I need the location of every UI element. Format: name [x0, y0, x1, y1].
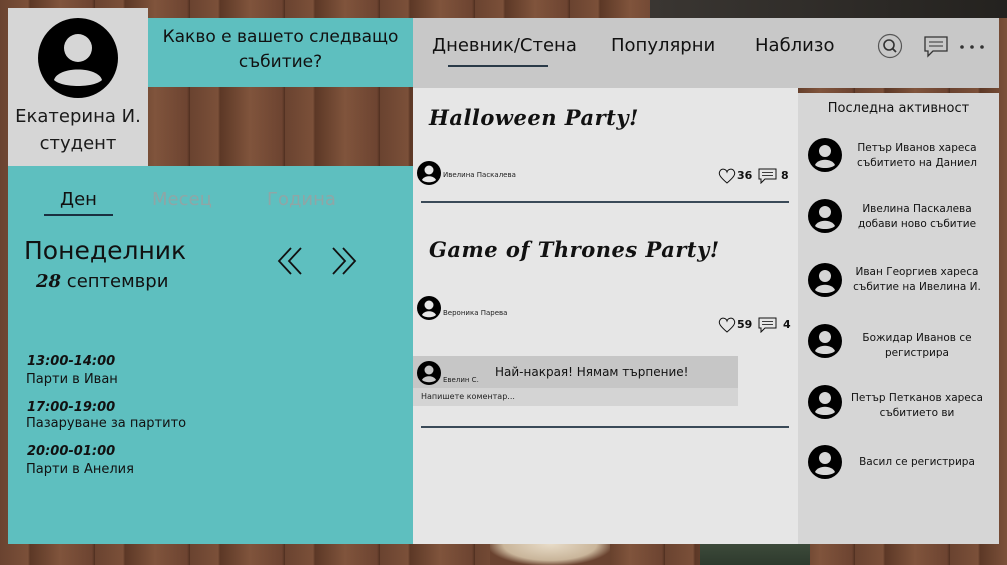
- book-background: [700, 544, 810, 565]
- heart-icon[interactable]: [718, 168, 736, 184]
- comment-author[interactable]: Евелин С.: [443, 376, 479, 384]
- post-title[interactable]: Game of Thrones Party!: [429, 237, 720, 262]
- comment: Евелин С. Най-накрая! Нямам търпение!: [413, 356, 738, 388]
- activity-title: Последна активност: [827, 101, 970, 116]
- comment-icon[interactable]: [758, 317, 777, 333]
- post-author[interactable]: Ивелина Паскалева: [443, 171, 516, 179]
- event-time: 13:00-14:00: [27, 354, 116, 369]
- next-event-question: Какво е вашето следващо събитие?: [148, 18, 413, 87]
- nav-nearby[interactable]: Наблизо: [755, 35, 834, 56]
- activity-item[interactable]: Васил се регистрира: [842, 455, 992, 470]
- event-name[interactable]: Парти в Анелия: [26, 462, 134, 477]
- comment-icon[interactable]: [758, 168, 777, 184]
- event-time: 17:00-19:00: [27, 400, 116, 415]
- comment-text: Най-накрая! Нямам търпение!: [495, 365, 689, 379]
- coffee-mug-background: [490, 544, 610, 565]
- like-count: 59: [737, 318, 753, 331]
- activity-item[interactable]: Ивелина Паскалева добави ново събитие: [842, 202, 992, 232]
- previous-day-arrow-icon[interactable]: [275, 244, 305, 278]
- user-avatar-icon[interactable]: [808, 385, 842, 419]
- activity-item[interactable]: Петър Иванов хареса събитието на Даниел: [842, 141, 992, 171]
- user-avatar-icon: [38, 18, 118, 98]
- event-time: 20:00-01:00: [27, 444, 116, 459]
- calendar-panel: Ден Месец Година Понеделник 28 септември…: [8, 166, 413, 544]
- weekday-label: Понеделник: [24, 236, 187, 265]
- search-icon[interactable]: [877, 33, 903, 59]
- comment-author-avatar-icon: [417, 361, 441, 385]
- keyboard-background: [650, 0, 1007, 18]
- profile-name: Екатерина И.: [15, 106, 141, 127]
- nav-active-underline: [448, 65, 548, 67]
- user-avatar-icon[interactable]: [808, 138, 842, 172]
- comment-count: 4: [783, 318, 791, 331]
- heart-icon[interactable]: [718, 317, 736, 333]
- nav-diary-wall[interactable]: Дневник/Стена: [432, 35, 577, 56]
- tab-year[interactable]: Година: [267, 189, 336, 210]
- post-divider: [421, 426, 789, 428]
- author-avatar-icon: [417, 296, 441, 320]
- event-name[interactable]: Парти в Иван: [26, 372, 118, 387]
- post-title[interactable]: Halloween Party!: [429, 105, 639, 130]
- feed-panel: Halloween Party! Ивелина Паскалева 36 8 …: [413, 88, 798, 544]
- nav-popular[interactable]: Популярни: [611, 35, 715, 56]
- date-month: септември: [66, 271, 169, 292]
- activity-item[interactable]: Иван Георгиев хареса събитие на Ивелина …: [842, 265, 992, 295]
- author-avatar-icon: [417, 161, 441, 185]
- tab-day[interactable]: Ден: [60, 189, 97, 210]
- date-label: 28 септември: [36, 271, 168, 292]
- recent-activity-panel: Последна активност Петър Иванов хареса с…: [798, 93, 999, 544]
- post-divider: [421, 201, 789, 203]
- user-avatar-icon[interactable]: [808, 445, 842, 479]
- more-icon[interactable]: [959, 44, 989, 50]
- profile-card[interactable]: Екатерина И. студент: [8, 8, 148, 166]
- user-avatar-icon[interactable]: [808, 199, 842, 233]
- post-author[interactable]: Вероника Парева: [443, 309, 507, 317]
- user-avatar-icon[interactable]: [808, 263, 842, 297]
- activity-item[interactable]: Петър Петканов хареса събитието ви: [842, 391, 992, 421]
- comment-count: 8: [781, 169, 789, 182]
- tab-day-underline: [44, 214, 113, 216]
- chat-icon[interactable]: [923, 35, 949, 59]
- next-day-arrow-icon[interactable]: [329, 244, 359, 278]
- tab-month[interactable]: Месец: [152, 189, 212, 210]
- comment-input[interactable]: Напишете коментар...: [413, 388, 738, 406]
- event-name[interactable]: Пазаруване за партито: [26, 416, 186, 431]
- top-navigation: Дневник/Стена Популярни Наблизо: [413, 18, 999, 88]
- date-number: 28: [36, 271, 62, 292]
- user-avatar-icon[interactable]: [808, 324, 842, 358]
- activity-item[interactable]: Божидар Иванов се регистрира: [842, 331, 992, 361]
- like-count: 36: [737, 169, 753, 182]
- profile-role: студент: [39, 133, 117, 154]
